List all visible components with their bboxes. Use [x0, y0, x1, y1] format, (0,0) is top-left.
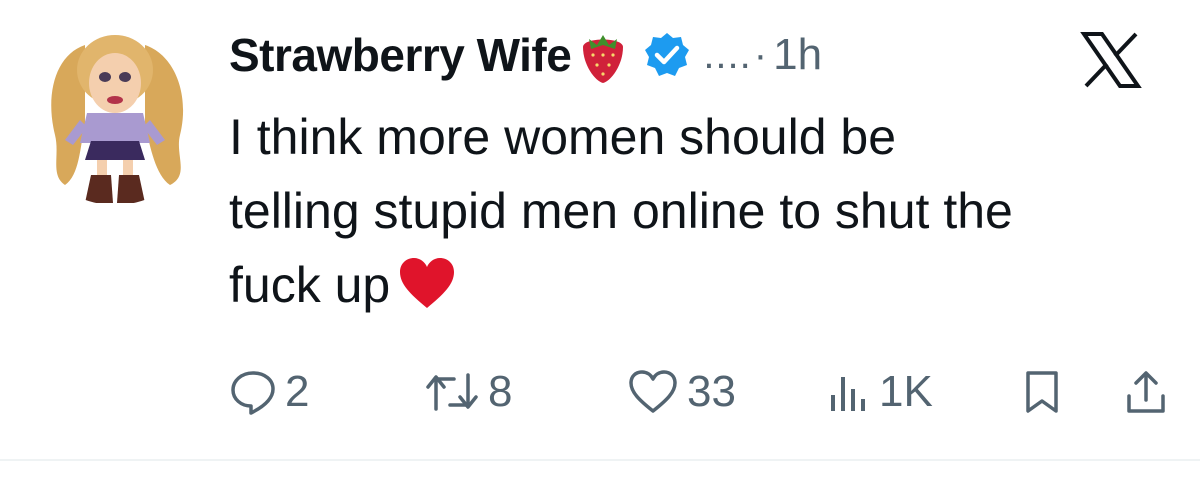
action-bar: 2 8 33 1K: [229, 362, 1179, 422]
separator-dot: ·: [753, 32, 768, 77]
like-count: 33: [687, 367, 736, 416]
verified-badge-icon[interactable]: [643, 31, 691, 79]
avatar[interactable]: [25, 25, 205, 205]
x-logo-icon: [1080, 32, 1142, 88]
like-button[interactable]: 33: [627, 362, 736, 422]
bookmark-button[interactable]: [1022, 362, 1062, 422]
strawberry-emoji-icon: [575, 25, 631, 85]
share-icon: [1124, 368, 1168, 416]
repost-button[interactable]: 8: [424, 362, 512, 422]
tweet-header: Strawberry Wife .... · 1h: [229, 20, 1169, 90]
reply-count: 2: [285, 367, 310, 416]
more-indicator[interactable]: ....: [703, 33, 751, 78]
bookmark-icon: [1022, 369, 1062, 415]
like-icon: [627, 369, 679, 415]
reply-button[interactable]: 2: [229, 362, 309, 422]
author-name[interactable]: Strawberry Wife: [229, 28, 572, 82]
views-button[interactable]: 1K: [827, 362, 933, 422]
timestamp[interactable]: 1h: [773, 30, 822, 80]
reply-icon: [229, 369, 277, 415]
tweet-text: I think more women should be telling stu…: [229, 100, 1189, 322]
tweet-text-line-last: fuck up: [229, 248, 1189, 322]
red-heart-emoji-icon: [398, 256, 456, 310]
views-count: 1K: [879, 367, 933, 416]
tweet-text-line: telling stupid men online to shut the: [229, 183, 1013, 239]
tweet-text-line: fuck up: [229, 257, 391, 313]
repost-icon: [424, 369, 480, 415]
tweet[interactable]: Strawberry Wife .... · 1h I think more w…: [0, 0, 1200, 460]
tweet-text-line: I think more women should be: [229, 109, 897, 165]
repost-count: 8: [488, 367, 513, 416]
share-button[interactable]: [1124, 362, 1168, 422]
divider: [0, 459, 1200, 461]
views-icon: [827, 369, 871, 415]
